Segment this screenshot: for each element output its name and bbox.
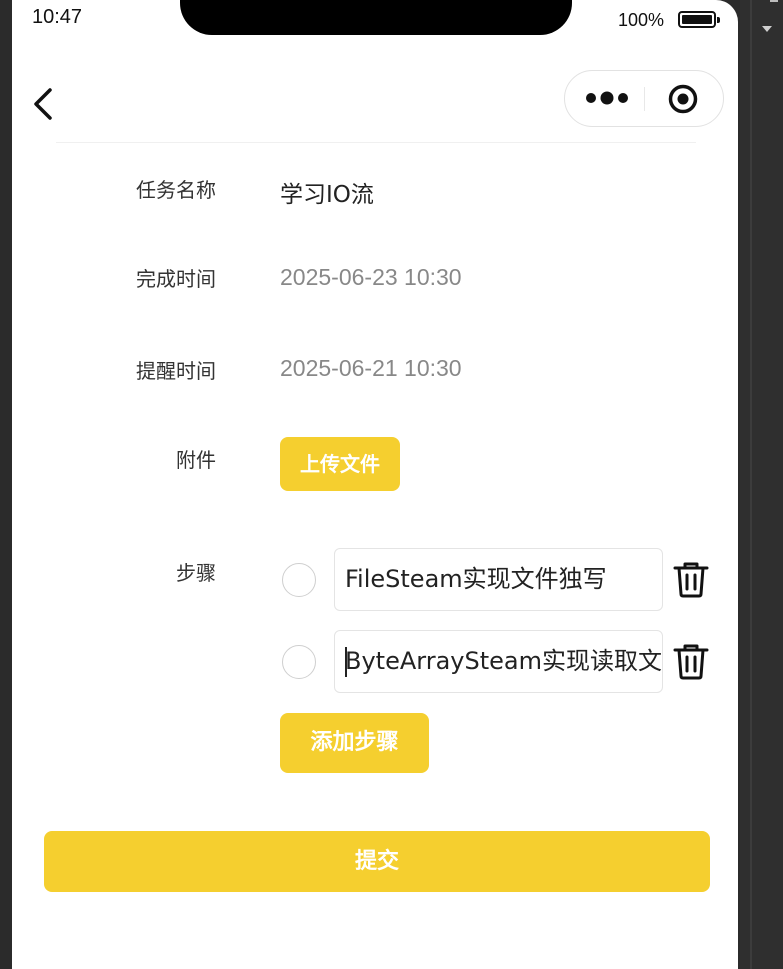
due-time-picker[interactable]: 2025-06-23 10:30 — [280, 264, 462, 291]
attachment-label: 附件 — [176, 448, 216, 472]
device-notch — [180, 0, 572, 35]
step-checkbox[interactable] — [282, 563, 316, 597]
more-button[interactable] — [583, 85, 631, 111]
close-miniprogram-button[interactable] — [668, 84, 698, 114]
remind-time-picker[interactable]: 2025-06-21 10:30 — [280, 355, 462, 382]
battery-percentage: 100% — [618, 10, 665, 30]
miniprogram-capsule — [564, 70, 724, 127]
delete-step-button[interactable] — [671, 559, 711, 599]
capsule-divider — [644, 87, 645, 111]
more-dots-icon — [586, 91, 628, 105]
upload-file-button[interactable]: 上传文件 — [280, 437, 400, 491]
step-input[interactable]: FileSteam实现文件独写 — [334, 548, 663, 611]
battery-icon — [678, 11, 720, 28]
panel-corner-mark — [770, 0, 778, 2]
due-time-label: 完成时间 — [136, 267, 216, 291]
task-name-value[interactable]: 学习IO流 — [280, 175, 374, 209]
text-caret — [345, 647, 347, 677]
submit-button[interactable]: 提交 — [44, 831, 710, 892]
status-time: 10:47 — [32, 6, 83, 28]
step-input-focused[interactable]: ByteArraySteam实现读取文件 — [334, 630, 663, 693]
steps-label: 步骤 — [176, 561, 216, 585]
nav-divider — [56, 142, 696, 143]
trash-icon — [673, 562, 709, 598]
task-name-label: 任务名称 — [136, 178, 216, 202]
devtools-panel-edge — [740, 0, 783, 969]
delete-step-button[interactable] — [671, 641, 711, 681]
step-input-text: ByteArraySteam实现读取文件 — [345, 647, 663, 675]
trash-icon — [673, 644, 709, 680]
chevron-left-icon — [34, 88, 52, 120]
remind-time-label: 提醒时间 — [136, 359, 216, 383]
dropdown-arrow-icon[interactable] — [762, 26, 772, 32]
add-step-button[interactable]: 添加步骤 — [280, 713, 429, 773]
panel-divider[interactable] — [750, 0, 752, 969]
left-window-strip — [0, 0, 12, 969]
step-checkbox[interactable] — [282, 645, 316, 679]
phone-screen: 10:47 100% 任务名称 学习IO流 完成时间 2025-06-23 10… — [12, 0, 738, 969]
record-target-icon — [668, 84, 698, 114]
back-button[interactable] — [28, 84, 58, 124]
